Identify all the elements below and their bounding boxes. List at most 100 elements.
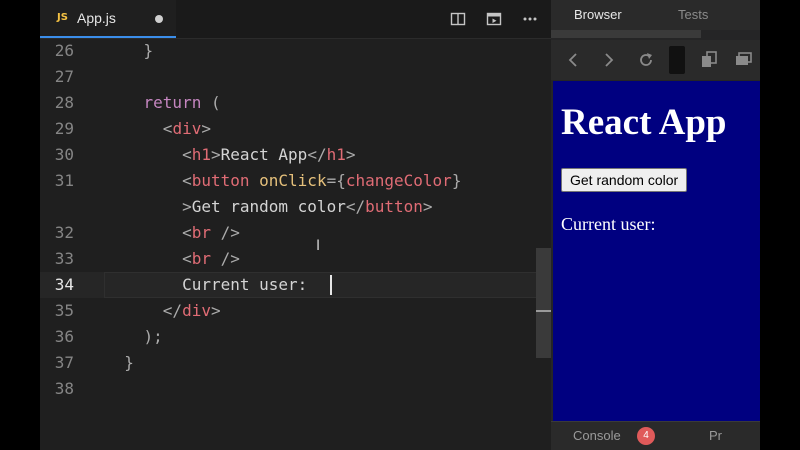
tab-browser[interactable]: Browser [574, 7, 622, 22]
code-text: <br /> [105, 220, 240, 246]
code-line-current[interactable]: 34 Current user: [40, 272, 551, 298]
line-number: 27 [54, 67, 74, 86]
code-token: < [182, 145, 192, 164]
code-token: br [191, 223, 211, 242]
split-editor-icon[interactable] [450, 11, 466, 27]
code-token: /> [210, 223, 240, 242]
code-line[interactable]: 37 } [40, 350, 551, 376]
editor-scrollbar-track[interactable] [536, 40, 551, 450]
code-token: ={ [326, 171, 346, 190]
code-line[interactable]: 38 [40, 376, 551, 402]
code-token: button [191, 171, 250, 190]
page-heading: React App [561, 102, 727, 143]
code-token: > [422, 197, 433, 216]
code-text: <br /> [105, 246, 240, 272]
line-number: 38 [54, 379, 74, 398]
line-number: 32 [54, 223, 74, 242]
back-icon[interactable] [563, 50, 583, 70]
text-caret [330, 275, 332, 295]
code-line[interactable]: 32 <br /> [40, 220, 551, 246]
code-token: ( [201, 93, 221, 112]
editor-scrollbar-thumb[interactable] [536, 248, 551, 358]
code-token: return [143, 93, 202, 112]
code-token: br [191, 249, 211, 268]
tab-problems[interactable]: Pr [709, 428, 722, 443]
code-line[interactable]: 31 <button onClick={changeColor} [40, 168, 551, 194]
panel-tabs: Browser Tests [551, 0, 760, 30]
code-token: changeColor [345, 171, 452, 190]
code-token: </ [162, 301, 183, 320]
code-token: > [210, 301, 221, 320]
unsaved-dot-icon [155, 15, 163, 23]
code-token: > [210, 145, 221, 164]
line-number: 36 [54, 327, 74, 346]
preview-icon[interactable] [486, 11, 502, 27]
text-cursor-icon: I [316, 238, 321, 254]
code-token: React App [220, 145, 308, 164]
code-text: >Get random color</button> [105, 194, 433, 220]
code-token: < [182, 171, 192, 190]
panel-bottom-bar: Console 4 Pr [551, 421, 760, 450]
code-token: h1 [191, 145, 211, 164]
panel-tab-indicator [551, 30, 701, 38]
line-number: 33 [54, 249, 74, 268]
code-line[interactable]: 30 <h1>React App</h1> [40, 142, 551, 168]
windows-icon[interactable] [733, 50, 753, 70]
code-token: onClick [259, 171, 327, 190]
code-token: } [143, 41, 154, 60]
code-line[interactable]: 33 <br /> [40, 246, 551, 272]
code-text: <div> [105, 116, 211, 142]
code-token: } [124, 353, 134, 372]
more-icon[interactable] [522, 11, 538, 27]
get-random-color-button[interactable]: Get random color [561, 168, 688, 192]
line-number: 37 [54, 353, 74, 372]
code-token: } [451, 171, 462, 190]
code-line[interactable]: 27 [40, 64, 551, 90]
line-number: 29 [54, 119, 74, 138]
code-line[interactable]: 36 ); [40, 324, 551, 350]
browser-toolbar [551, 40, 760, 80]
code-line[interactable]: >Get random color</button> [40, 194, 551, 220]
forward-icon[interactable] [599, 50, 619, 70]
console-count-badge: 4 [637, 427, 655, 445]
line-number: 26 [54, 41, 74, 60]
code-line[interactable]: 29 <div> [40, 116, 551, 142]
javascript-file-icon: JS [57, 12, 68, 23]
code-text: <h1>React App</h1> [105, 142, 355, 168]
tab-console[interactable]: Console [573, 428, 621, 443]
code-text: } [105, 350, 134, 376]
code-token: > [182, 197, 192, 216]
code-token: < [182, 223, 192, 242]
code-token: button [365, 197, 423, 216]
code-line[interactable]: 28 return ( [40, 90, 551, 116]
code-line[interactable]: 35 </div> [40, 298, 551, 324]
code-text: ); [105, 324, 163, 350]
code-token: < [162, 119, 173, 138]
scrollbar-cursor-marker [536, 310, 551, 312]
line-number: 31 [54, 171, 74, 190]
code-text: } [105, 38, 154, 64]
browser-viewport: React App Get random color Current user: [553, 81, 760, 421]
code-line[interactable]: 26 } [40, 38, 551, 64]
code-token: < [182, 249, 192, 268]
line-number: 30 [54, 145, 74, 164]
tab-app-js[interactable]: JS App.js [40, 0, 176, 38]
tab-tests[interactable]: Tests [678, 7, 708, 22]
code-text: Current user: [105, 272, 317, 298]
line-number: 28 [54, 93, 74, 112]
copy-icon[interactable] [699, 50, 719, 70]
tab-filename: App.js [77, 10, 116, 26]
preview-panel: Browser Tests React App Get random color… [551, 0, 760, 450]
reload-icon[interactable] [636, 50, 656, 70]
url-field[interactable] [669, 46, 685, 74]
